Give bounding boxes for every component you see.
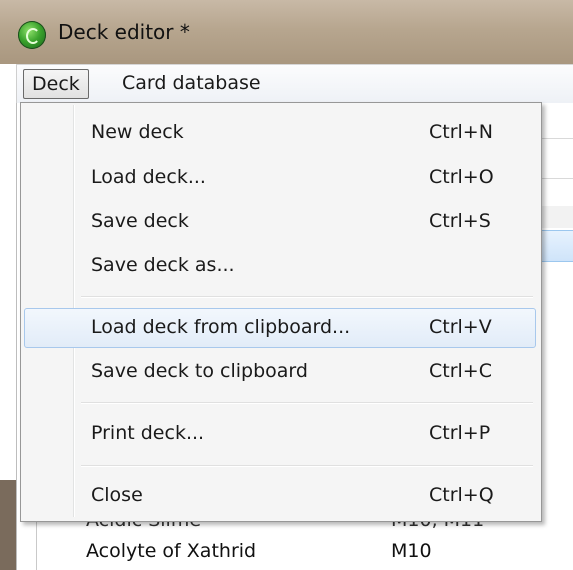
menu-item-shortcut: Ctrl+S — [429, 210, 491, 232]
window-title: Deck editor * — [58, 20, 190, 44]
menu-item-save-deck-as[interactable]: Save deck as... — [24, 246, 536, 284]
menu-item-shortcut: Ctrl+O — [429, 166, 494, 188]
title-bar: Deck editor * — [0, 0, 573, 64]
menu-item-label: Close — [91, 484, 143, 506]
app-logo-icon — [18, 21, 46, 49]
menu-item-shortcut: Ctrl+P — [429, 422, 491, 444]
menu-item-label: New deck — [91, 121, 184, 143]
menu-item-close[interactable]: Close Ctrl+Q — [24, 476, 536, 514]
menu-item-shortcut: Ctrl+Q — [429, 484, 494, 506]
menu-item-shortcut: Ctrl+N — [429, 121, 493, 143]
field-border — [542, 138, 573, 139]
menu-card-database[interactable]: Card database — [122, 69, 261, 97]
menu-item-label: Load deck from clipboard... — [91, 316, 351, 338]
menu-separator — [81, 465, 533, 467]
menu-item-load-deck[interactable]: Load deck... Ctrl+O — [24, 158, 536, 196]
window-edge — [0, 480, 16, 570]
card-name[interactable]: Acolyte of Xathrid — [86, 540, 256, 562]
menu-item-shortcut: Ctrl+V — [429, 316, 492, 338]
menu-item-label: Load deck... — [91, 166, 206, 188]
menu-separator — [81, 296, 533, 298]
menu-item-new-deck[interactable]: New deck Ctrl+N — [24, 113, 536, 151]
menu-item-shortcut: Ctrl+C — [429, 360, 492, 382]
menu-item-save-deck[interactable]: Save deck Ctrl+S — [24, 202, 536, 240]
deck-menu-dropdown: New deck Ctrl+N Load deck... Ctrl+O Save… — [20, 102, 542, 522]
list-divider — [36, 520, 37, 570]
field-border — [542, 178, 573, 179]
menu-deck[interactable]: Deck — [23, 69, 89, 99]
menu-item-print-deck[interactable]: Print deck... Ctrl+P — [24, 414, 536, 452]
menu-item-label: Save deck to clipboard — [91, 360, 308, 382]
menu-item-label: Save deck as... — [91, 254, 235, 276]
menu-separator — [81, 402, 533, 404]
card-set[interactable]: M10 — [391, 540, 432, 562]
menu-item-label: Print deck... — [91, 422, 205, 444]
selected-row-strip — [542, 230, 573, 262]
menu-item-load-deck-from-clipboard[interactable]: Load deck from clipboard... Ctrl+V — [24, 308, 536, 348]
menu-item-save-deck-to-clipboard[interactable]: Save deck to clipboard Ctrl+C — [24, 352, 536, 390]
list-header-strip — [542, 206, 573, 228]
menu-item-label: Save deck — [91, 210, 189, 232]
menu-bar: Deck Card database — [16, 64, 573, 103]
